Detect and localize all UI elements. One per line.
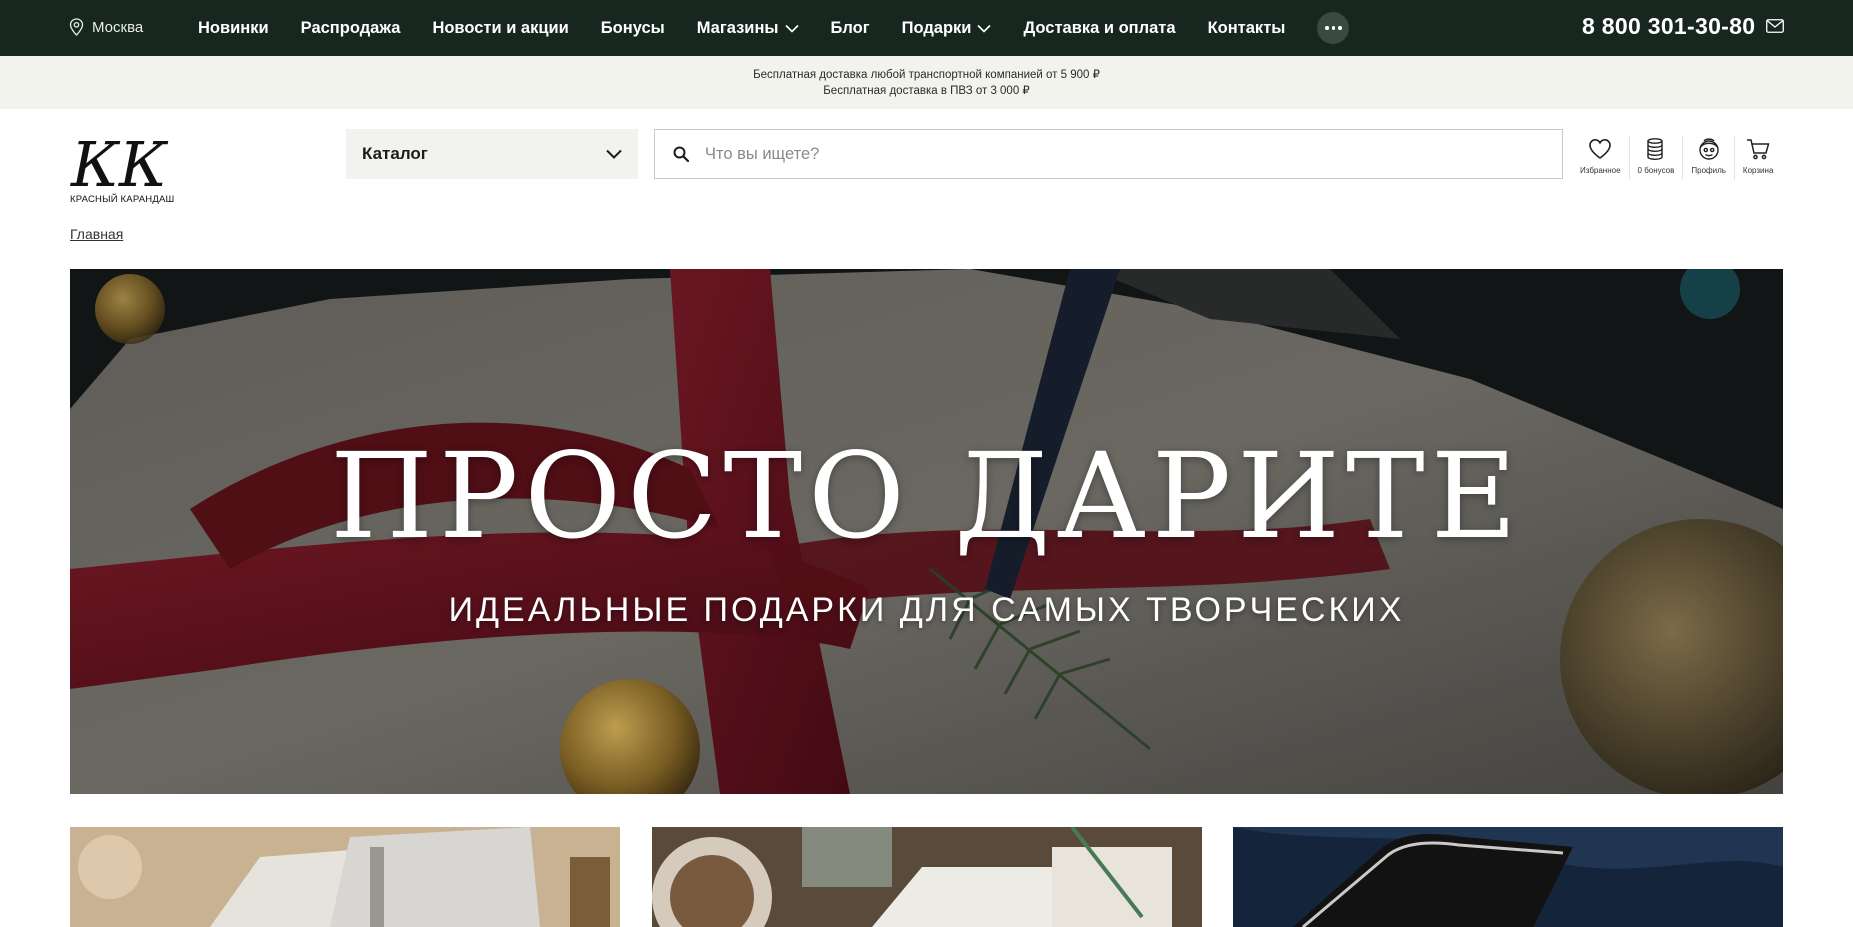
city-selector[interactable]: Москва xyxy=(69,18,143,36)
nav-label: Подарки xyxy=(901,18,972,37)
profile-label: Профиль xyxy=(1691,166,1726,175)
nav-item-news[interactable]: Новости и акции xyxy=(432,19,568,38)
phone-number[interactable]: 8 800 301-30-80 xyxy=(1582,13,1755,40)
favorites-label: Избранное xyxy=(1580,166,1621,175)
more-dots-icon xyxy=(1325,26,1329,30)
chevron-down-icon xyxy=(977,24,992,33)
hero-title: ПРОСТО ДАРИТЕ xyxy=(330,427,1523,565)
nav-item-bonuses[interactable]: Бонусы xyxy=(601,19,665,38)
search-input[interactable] xyxy=(705,144,1562,164)
cart-button[interactable]: Корзина xyxy=(1735,136,1781,180)
category-card-image xyxy=(1233,827,1783,927)
nav-label: Доставка и оплата xyxy=(1023,18,1176,37)
nav-label: Блог xyxy=(830,18,870,37)
chevron-down-icon xyxy=(606,149,622,159)
nav-item-gifts[interactable]: Подарки xyxy=(902,19,992,38)
nav-label: Новинки xyxy=(198,18,269,37)
nav-item-blog[interactable]: Блог xyxy=(831,19,870,38)
search-bar xyxy=(654,129,1563,179)
brand-logo[interactable]: КК КРАСНЫЙ КАРАНДАШ xyxy=(69,128,219,204)
coins-icon xyxy=(1647,138,1663,161)
hero-subtitle: ИДЕАЛЬНЫЕ ПОДАРКИ ДЛЯ САМЫХ ТВОРЧЕСКИХ xyxy=(448,591,1405,629)
category-card-image xyxy=(652,827,1202,927)
cart-label: Корзина xyxy=(1742,166,1774,175)
category-card-2[interactable] xyxy=(652,827,1202,927)
hero-banner[interactable]: ПРОСТО ДАРИТЕ ИДЕАЛЬНЫЕ ПОДАРКИ ДЛЯ САМЫ… xyxy=(70,269,1783,794)
bonuses-button[interactable]: 0 бонусов xyxy=(1630,136,1684,180)
header-actions: Избранное 0 бонусов Профиль Корзина xyxy=(1572,136,1781,180)
catalog-label: Каталог xyxy=(362,144,428,163)
category-card-1[interactable] xyxy=(70,827,620,927)
logo-text: КРАСНЫЙ КАРАНДАШ xyxy=(70,193,174,204)
promo-line-2: Бесплатная доставка в ПВЗ от 3 000 ₽ xyxy=(823,85,1030,97)
category-card-image xyxy=(70,827,620,927)
top-navigation-bar: Москва Новинки Распродажа Новости и акци… xyxy=(0,0,1853,56)
nav-item-stores[interactable]: Магазины xyxy=(697,19,799,38)
main-menu: Новинки Распродажа Новости и акции Бонус… xyxy=(198,0,1350,56)
promo-line-1: Бесплатная доставка любой транспортной к… xyxy=(753,69,1100,81)
location-pin-icon xyxy=(69,18,84,36)
more-dots-icon xyxy=(1331,26,1336,30)
nav-label: Магазины xyxy=(696,18,779,37)
heart-icon xyxy=(1589,138,1612,159)
chevron-down-icon xyxy=(784,24,799,33)
favorites-button[interactable]: Избранное xyxy=(1572,136,1630,180)
mail-icon[interactable] xyxy=(1766,19,1784,33)
bonuses-label: 0 бонусов xyxy=(1637,166,1675,175)
search-icon xyxy=(673,146,689,162)
profile-button[interactable]: Профиль xyxy=(1683,136,1735,180)
nav-label: Новости и акции xyxy=(432,18,569,37)
nav-item-delivery[interactable]: Доставка и оплата xyxy=(1023,19,1175,38)
nav-item-contacts[interactable]: Контакты xyxy=(1208,19,1286,38)
nav-item-sale[interactable]: Распродажа xyxy=(301,19,401,38)
category-card-3[interactable] xyxy=(1233,827,1783,927)
more-dots-icon xyxy=(1338,26,1342,30)
city-name: Москва xyxy=(92,18,144,36)
catalog-dropdown-button[interactable]: Каталог xyxy=(346,129,638,179)
nav-label: Контакты xyxy=(1207,18,1286,37)
nav-item-novinki[interactable]: Новинки xyxy=(198,19,269,38)
nav-label: Бонусы xyxy=(600,18,665,37)
more-menu-button[interactable] xyxy=(1317,12,1350,44)
profile-face-icon xyxy=(1698,138,1719,160)
logo-monogram: КК xyxy=(70,128,169,201)
nav-label: Распродажа xyxy=(300,18,401,37)
breadcrumb-home-link[interactable]: Главная xyxy=(70,226,123,242)
cart-icon xyxy=(1747,139,1770,160)
delivery-promo-banner: Бесплатная доставка любой транспортной к… xyxy=(0,56,1853,109)
